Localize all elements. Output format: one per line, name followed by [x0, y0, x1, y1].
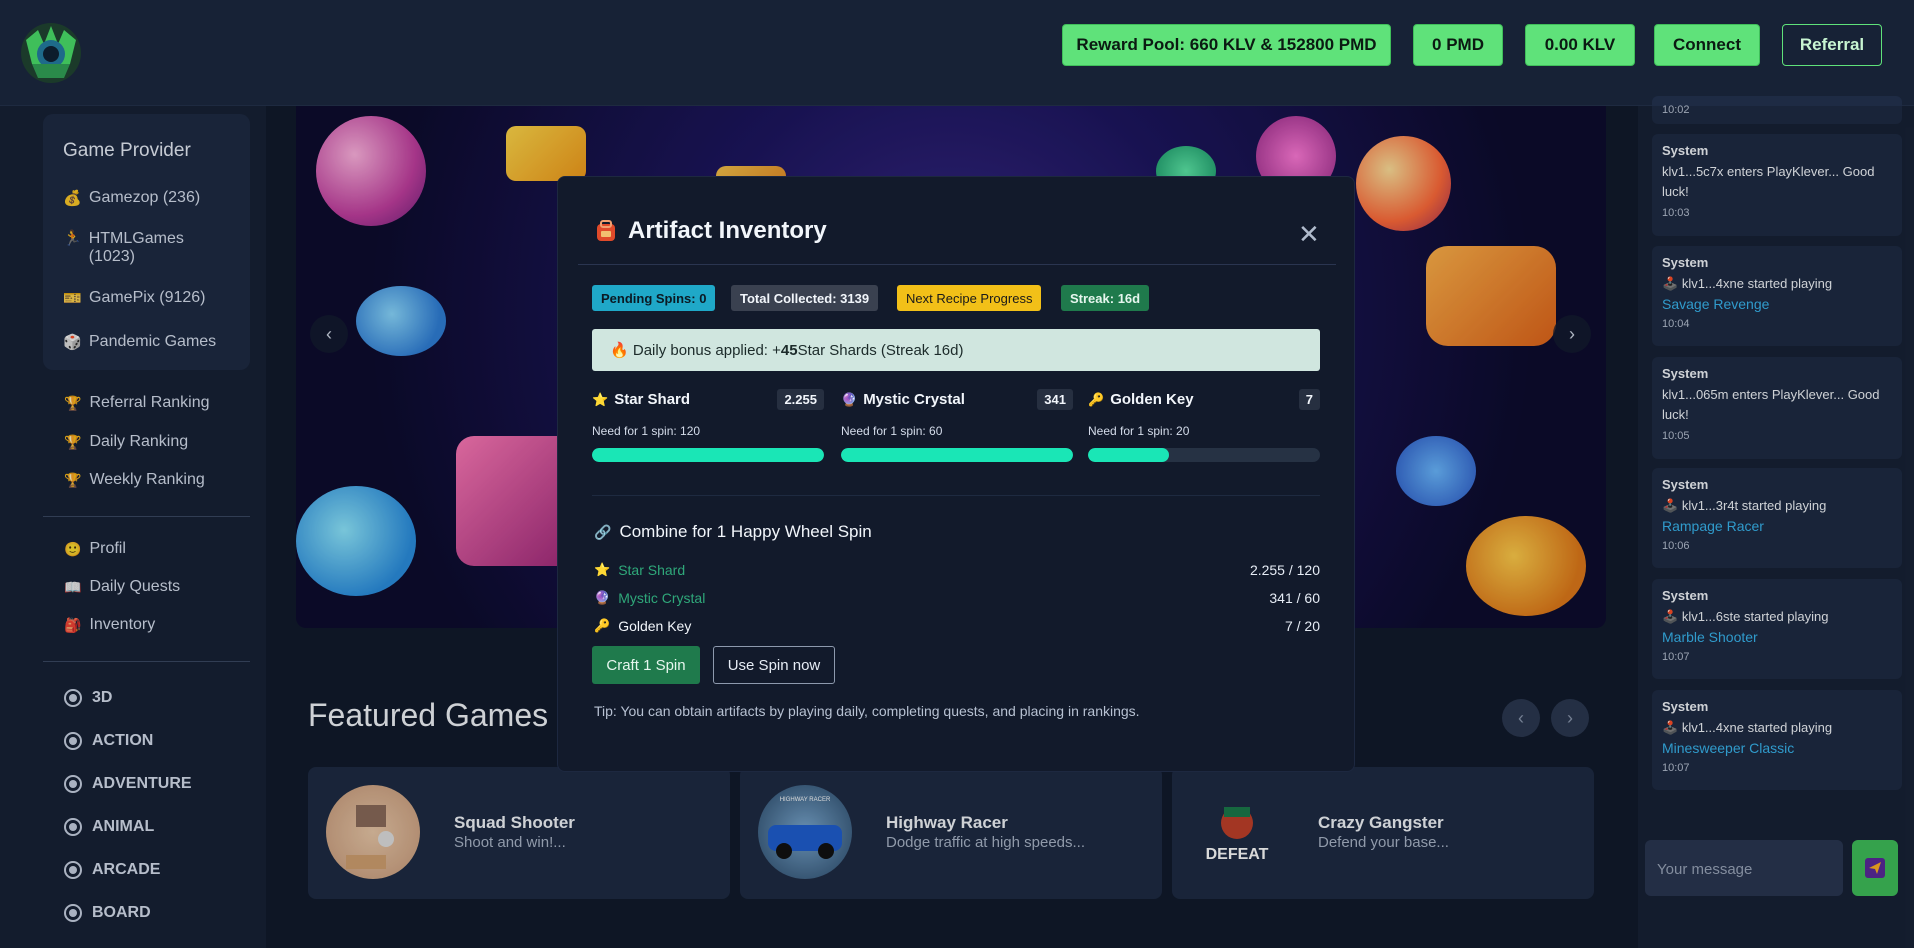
fire-icon: 🔥 — [610, 342, 633, 359]
daily-bonus-alert: 🔥 Daily bonus applied: +45 Star Shards (… — [592, 329, 1320, 371]
total-collected-badge: Total Collected: 3139 — [731, 285, 879, 311]
pending-spins-badge: Pending Spins: 0 — [592, 285, 716, 311]
crystal-ball-icon: 🔮 — [841, 391, 858, 407]
modal-title: Artifact Inventory — [594, 217, 827, 245]
modal-title-text: Artifact Inventory — [628, 217, 827, 244]
key-icon: 🔑 — [1088, 391, 1105, 407]
recipe-value: 341 / 60 — [1269, 590, 1320, 606]
artifact-mystic-crystal: 🔮 Mystic Crystal 341 Need for 1 spin: 60 — [841, 389, 1073, 462]
star-icon: ⭐ — [592, 391, 609, 407]
recipe-row: ⭐ Star Shard 2.255 / 120 — [594, 562, 1320, 578]
modal-divider — [578, 264, 1336, 265]
recipe-row: 🔑 Golden Key 7 / 20 — [594, 618, 1320, 634]
combine-label: Combine for 1 Happy Wheel Spin — [619, 522, 872, 541]
artifact-count: 7 — [1298, 389, 1320, 410]
recipe-name: Star Shard — [618, 562, 686, 578]
bonus-amount: 45 — [780, 341, 798, 359]
top-header: Reward Pool: 660 KLV & 152800 PMD 0 PMD … — [0, 0, 1914, 106]
backpack-icon — [597, 220, 615, 241]
recipe-row: 🔮 Mystic Crystal 341 / 60 — [594, 590, 1320, 606]
next-recipe-badge: Next Recipe Progress — [897, 285, 1042, 311]
artifact-golden-key: 🔑 Golden Key 7 Need for 1 spin: 20 — [1088, 389, 1320, 462]
link-icon: 🔗 — [594, 523, 612, 540]
artifact-progress-bar — [1088, 448, 1320, 462]
recipe-value: 2.255 / 120 — [1249, 562, 1320, 578]
reward-pool-label: Reward Pool: — [1076, 35, 1186, 54]
recipe-name: Golden Key — [618, 618, 692, 634]
artifact-inventory-modal: Artifact Inventory ✕ Pending Spins: 0 To… — [557, 176, 1355, 772]
streak-badge: Streak: 16d — [1061, 285, 1150, 311]
connect-button[interactable]: Connect — [1654, 24, 1760, 66]
artifact-name: Star Shard — [614, 391, 691, 408]
key-icon: 🔑 — [594, 618, 611, 633]
combine-heading: 🔗 Combine for 1 Happy Wheel Spin — [594, 522, 872, 542]
artifact-need: Need for 1 spin: 60 — [841, 424, 943, 438]
use-spin-button[interactable]: Use Spin now — [713, 646, 835, 684]
recipe-value: 7 / 20 — [1284, 618, 1320, 634]
site-logo[interactable] — [18, 20, 84, 86]
artifact-name: Mystic Crystal — [863, 391, 965, 408]
crystal-ball-icon: 🔮 — [594, 590, 611, 605]
artifact-name: Golden Key — [1110, 391, 1194, 408]
klv-balance-button[interactable]: 0.00 KLV — [1525, 24, 1635, 66]
pmd-balance-button[interactable]: 0 PMD — [1413, 24, 1503, 66]
bonus-prefix: Daily bonus applied: + — [632, 341, 781, 359]
bonus-suffix: Star Shards (Streak 16d) — [797, 341, 964, 359]
close-icon[interactable]: ✕ — [1298, 219, 1320, 250]
reward-pool-button[interactable]: Reward Pool: 660 KLV & 152800 PMD — [1062, 24, 1391, 66]
artifact-need: Need for 1 spin: 20 — [1088, 424, 1190, 438]
section-divider — [592, 495, 1320, 496]
craft-spin-button[interactable]: Craft 1 Spin — [592, 646, 700, 684]
artifact-progress-bar — [592, 448, 824, 462]
modal-tip: Tip: You can obtain artifacts by playing… — [594, 703, 1140, 719]
star-icon: ⭐ — [594, 562, 611, 577]
artifact-count: 2.255 — [777, 389, 824, 410]
artifact-star-shard: ⭐ Star Shard 2.255 Need for 1 spin: 120 — [592, 389, 824, 462]
artifact-progress-bar — [841, 448, 1073, 462]
reward-pool-value: 660 KLV & 152800 PMD — [1189, 35, 1377, 54]
recipe-name: Mystic Crystal — [618, 590, 706, 606]
referral-button[interactable]: Referral — [1782, 24, 1882, 66]
artifact-need: Need for 1 spin: 120 — [592, 424, 701, 438]
artifact-count: 341 — [1037, 389, 1073, 410]
